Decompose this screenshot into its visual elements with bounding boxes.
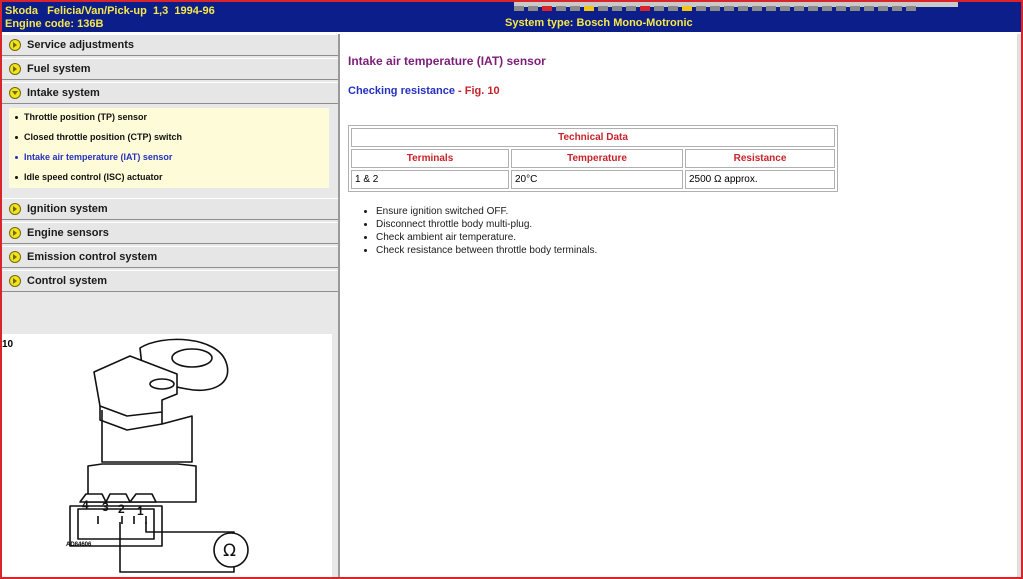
figure-link[interactable]: - Fig. 10 xyxy=(455,85,500,97)
list-item: Check resistance between throttle body t… xyxy=(376,244,597,257)
iat-sensor-diagram: 4 3 2 1 Ω xyxy=(69,338,249,573)
column-header: Temperature xyxy=(511,149,683,168)
column-header: Resistance xyxy=(685,149,835,168)
menu-item-control-system[interactable]: Control system xyxy=(2,270,338,292)
pin-label: 4 xyxy=(82,498,89,512)
menu-item-service-adjustments[interactable]: Service adjustments xyxy=(2,34,338,56)
pin-label: 1 xyxy=(137,504,144,518)
vehicle-title: Skoda Felicia/Van/Pick-up 1,3 1994-96 xyxy=(5,5,215,17)
menu-item-label: Ignition system xyxy=(27,203,108,215)
table-cell: 2500 Ω approx. xyxy=(685,170,835,189)
figure-code: AD84606 xyxy=(66,542,92,548)
pin-label: 2 xyxy=(118,502,125,516)
arrow-down-icon xyxy=(9,87,21,99)
table-row: 1 & 2 20°C 2500 Ω approx. xyxy=(351,170,835,189)
title-bar: Skoda Felicia/Van/Pick-up 1,3 1994-96 En… xyxy=(2,2,1021,32)
content-panel: Intake air temperature (IAT) sensor Chec… xyxy=(341,34,1021,577)
list-item: Check ambient air temperature. xyxy=(376,231,597,244)
arrow-right-icon xyxy=(9,251,21,263)
table-cell: 20°C xyxy=(511,170,683,189)
procedure-steps: Ensure ignition switched OFF. Disconnect… xyxy=(360,205,597,257)
menu-item-engine-sensors[interactable]: Engine sensors xyxy=(2,222,338,244)
navigation-panel: Service adjustments Fuel system Intake s… xyxy=(2,34,340,577)
table-cell: 1 & 2 xyxy=(351,170,509,189)
figure-panel: 10 4 3 2 1 Ω AD84606 xyxy=(2,334,332,577)
arrow-right-icon xyxy=(9,63,21,75)
menu-item-emission-control-system[interactable]: Emission control system xyxy=(2,246,338,268)
menu-item-ignition-system[interactable]: Ignition system xyxy=(2,198,338,220)
pin-label: 3 xyxy=(102,500,109,514)
menu-item-label: Service adjustments xyxy=(27,39,134,51)
system-type: System type: Bosch Mono-Motronic xyxy=(505,17,693,29)
menu-item-label: Control system xyxy=(27,275,108,287)
column-header: Terminals xyxy=(351,149,509,168)
procedure-subtitle: Checking resistance - Fig. 10 xyxy=(348,85,500,97)
menu-item-label: Fuel system xyxy=(27,63,91,75)
arrow-right-icon xyxy=(9,275,21,287)
menu-item-label: Engine sensors xyxy=(27,227,109,239)
engine-code: Engine code: 136B xyxy=(5,18,104,30)
menu-item-label: Intake system xyxy=(27,87,100,99)
table-caption: Technical Data xyxy=(351,128,835,147)
page-title: Intake air temperature (IAT) sensor xyxy=(348,54,546,68)
intake-submenu: Throttle position (TP) sensor Closed thr… xyxy=(9,108,329,188)
table-header-row: Terminals Temperature Resistance xyxy=(351,149,835,168)
arrow-right-icon xyxy=(9,39,21,51)
menu-item-intake-system[interactable]: Intake system xyxy=(2,82,338,104)
table-caption-row: Technical Data xyxy=(351,128,835,147)
toolbar[interactable] xyxy=(514,2,958,11)
technical-data-table: Technical Data Terminals Temperature Res… xyxy=(348,125,838,192)
ohm-meter-icon: Ω xyxy=(223,541,236,561)
arrow-right-icon xyxy=(9,203,21,215)
procedure-name: Checking resistance xyxy=(348,85,455,97)
list-item: Disconnect throttle body multi-plug. xyxy=(376,218,597,231)
list-item: Ensure ignition switched OFF. xyxy=(376,205,597,218)
submenu-item-tp-sensor[interactable]: Throttle position (TP) sensor xyxy=(15,112,147,122)
menu-item-label: Emission control system xyxy=(27,251,158,263)
menu-item-fuel-system[interactable]: Fuel system xyxy=(2,58,338,80)
submenu-item-iat-sensor[interactable]: Intake air temperature (IAT) sensor xyxy=(15,152,172,162)
arrow-right-icon xyxy=(9,227,21,239)
submenu-item-ctp-switch[interactable]: Closed throttle position (CTP) switch xyxy=(15,132,182,142)
submenu-item-isc-actuator[interactable]: Idle speed control (ISC) actuator xyxy=(15,172,163,182)
vertical-scrollbar[interactable] xyxy=(1017,34,1021,577)
